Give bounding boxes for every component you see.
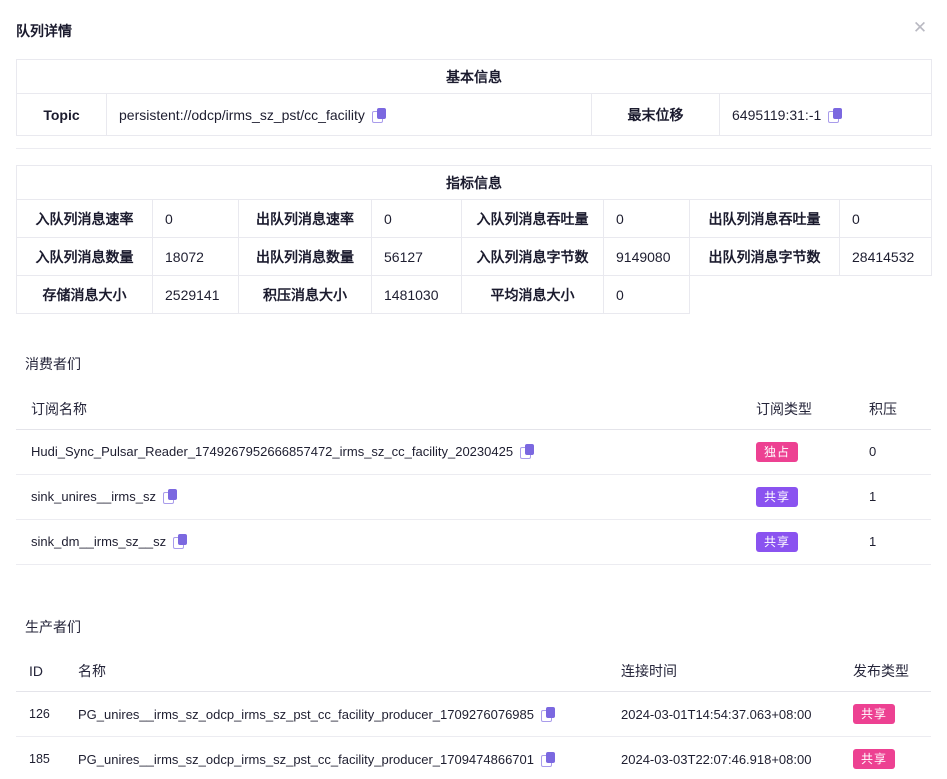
copy-icon[interactable] xyxy=(541,707,555,722)
producer-connect-time: 2024-03-01T14:54:37.063+08:00 xyxy=(615,692,847,737)
backlog-value: 0 xyxy=(853,429,931,474)
producers-section-title: 生产者们 xyxy=(25,617,931,637)
subscription-name-cell: sink_unires__irms_sz xyxy=(16,474,740,519)
last-offset-value: 6495119:31:-1 xyxy=(732,107,821,123)
subscription-type-badge: 共享 xyxy=(756,532,798,552)
metric-label: 入队列消息字节数 xyxy=(462,238,604,276)
producer-id: 126 xyxy=(16,692,72,737)
table-row: sink_dm__irms_sz__sz 共享 1 xyxy=(16,519,931,564)
metric-value: 0 xyxy=(372,200,462,238)
last-offset-label: 最末位移 xyxy=(592,94,720,136)
basic-info-row: Topic persistent://odcp/irms_sz_pst/cc_f… xyxy=(17,94,932,136)
producers-table: ID 名称 连接时间 发布类型 126 PG_unires__irms_sz_o… xyxy=(16,652,931,779)
metrics-row: 存储消息大小 2529141 积压消息大小 1481030 平均消息大小 0 xyxy=(17,276,932,314)
metric-value: 0 xyxy=(604,276,690,314)
page-title: 队列详情 xyxy=(16,23,72,39)
table-row: sink_unires__irms_sz 共享 1 xyxy=(16,474,931,519)
backlog-value: 1 xyxy=(853,519,931,564)
producer-id: 185 xyxy=(16,737,72,779)
producer-name-cell: PG_unires__irms_sz_odcp_irms_sz_pst_cc_f… xyxy=(72,737,615,779)
subscription-name: Hudi_Sync_Pulsar_Reader_1749267952666857… xyxy=(31,444,513,459)
section-divider xyxy=(16,148,931,149)
table-row: 126 PG_unires__irms_sz_odcp_irms_sz_pst_… xyxy=(16,692,931,737)
publish-type-cell: 共享 xyxy=(847,692,931,737)
publish-type-badge: 共享 xyxy=(853,749,895,769)
copy-icon[interactable] xyxy=(372,108,386,123)
copy-icon[interactable] xyxy=(173,534,187,549)
metric-label: 出队列消息字节数 xyxy=(690,238,840,276)
producer-connect-time: 2024-03-03T22:07:46.918+08:00 xyxy=(615,737,847,779)
metric-label: 入队列消息速率 xyxy=(17,200,153,238)
metric-value: 1481030 xyxy=(372,276,462,314)
metric-value: 28414532 xyxy=(840,238,932,276)
metric-value: 2529141 xyxy=(153,276,239,314)
metrics-empty-cell xyxy=(690,276,932,314)
metrics-row: 入队列消息速率 0 出队列消息速率 0 入队列消息吞吐量 0 出队列消息吞吐量 … xyxy=(17,200,932,238)
copy-icon[interactable] xyxy=(520,444,534,459)
metric-label: 出队列消息吞吐量 xyxy=(690,200,840,238)
topic-value-cell: persistent://odcp/irms_sz_pst/cc_facilit… xyxy=(107,94,592,136)
metric-label: 入队列消息吞吐量 xyxy=(462,200,604,238)
subscription-name-cell: Hudi_Sync_Pulsar_Reader_1749267952666857… xyxy=(16,429,740,474)
basic-info-section-header: 基本信息 xyxy=(17,60,932,94)
column-header-subscription-type: 订阅类型 xyxy=(740,389,853,429)
consumers-table: 订阅名称 订阅类型 积压 Hudi_Sync_Pulsar_Reader_174… xyxy=(16,389,931,565)
metric-label: 出队列消息速率 xyxy=(239,200,372,238)
metric-label: 积压消息大小 xyxy=(239,276,372,314)
producer-name-cell: PG_unires__irms_sz_odcp_irms_sz_pst_cc_f… xyxy=(72,692,615,737)
metric-label: 存储消息大小 xyxy=(17,276,153,314)
metric-value: 56127 xyxy=(372,238,462,276)
producer-name: PG_unires__irms_sz_odcp_irms_sz_pst_cc_f… xyxy=(78,752,534,767)
metrics-table: 指标信息 入队列消息速率 0 出队列消息速率 0 入队列消息吞吐量 0 出队列消… xyxy=(16,165,932,314)
subscription-name: sink_dm__irms_sz__sz xyxy=(31,534,166,549)
metric-label: 入队列消息数量 xyxy=(17,238,153,276)
copy-icon[interactable] xyxy=(163,489,177,504)
consumers-header-row: 订阅名称 订阅类型 积压 xyxy=(16,389,931,429)
topic-value: persistent://odcp/irms_sz_pst/cc_facilit… xyxy=(119,107,365,123)
publish-type-badge: 共享 xyxy=(853,704,895,724)
publish-type-cell: 共享 xyxy=(847,737,931,779)
table-row: 185 PG_unires__irms_sz_odcp_irms_sz_pst_… xyxy=(16,737,931,779)
column-header-subscription-name: 订阅名称 xyxy=(16,389,740,429)
metric-value: 18072 xyxy=(153,238,239,276)
metrics-row: 入队列消息数量 18072 出队列消息数量 56127 入队列消息字节数 914… xyxy=(17,238,932,276)
metrics-section-header: 指标信息 xyxy=(17,166,932,200)
copy-icon[interactable] xyxy=(541,752,555,767)
subscription-type-badge: 独占 xyxy=(756,442,798,462)
subscription-type-badge: 共享 xyxy=(756,487,798,507)
metric-label: 平均消息大小 xyxy=(462,276,604,314)
metric-value: 0 xyxy=(604,200,690,238)
dialog-header: 队列详情 ✕ xyxy=(16,0,931,37)
backlog-value: 1 xyxy=(853,474,931,519)
last-offset-value-cell: 6495119:31:-1 xyxy=(720,94,932,136)
subscription-name-cell: sink_dm__irms_sz__sz xyxy=(16,519,740,564)
producer-name: PG_unires__irms_sz_odcp_irms_sz_pst_cc_f… xyxy=(78,707,534,722)
metric-value: 9149080 xyxy=(604,238,690,276)
subscription-type-cell: 共享 xyxy=(740,474,853,519)
subscription-type-cell: 独占 xyxy=(740,429,853,474)
column-header-name: 名称 xyxy=(72,652,615,692)
table-row: Hudi_Sync_Pulsar_Reader_1749267952666857… xyxy=(16,429,931,474)
topic-label: Topic xyxy=(17,94,107,136)
metric-value: 0 xyxy=(840,200,932,238)
subscription-name: sink_unires__irms_sz xyxy=(31,489,156,504)
column-header-id: ID xyxy=(16,652,72,692)
column-header-publish-type: 发布类型 xyxy=(847,652,931,692)
metric-label: 出队列消息数量 xyxy=(239,238,372,276)
close-icon[interactable]: ✕ xyxy=(909,17,931,39)
queue-detail-dialog: 队列详情 ✕ 基本信息 Topic persistent://odcp/irms… xyxy=(0,0,947,779)
metric-value: 0 xyxy=(153,200,239,238)
producers-header-row: ID 名称 连接时间 发布类型 xyxy=(16,652,931,692)
column-header-connect-time: 连接时间 xyxy=(615,652,847,692)
column-header-backlog: 积压 xyxy=(853,389,931,429)
subscription-type-cell: 共享 xyxy=(740,519,853,564)
copy-icon[interactable] xyxy=(828,108,842,123)
consumers-section-title: 消费者们 xyxy=(25,354,931,374)
basic-info-table: 基本信息 Topic persistent://odcp/irms_sz_pst… xyxy=(16,59,932,136)
